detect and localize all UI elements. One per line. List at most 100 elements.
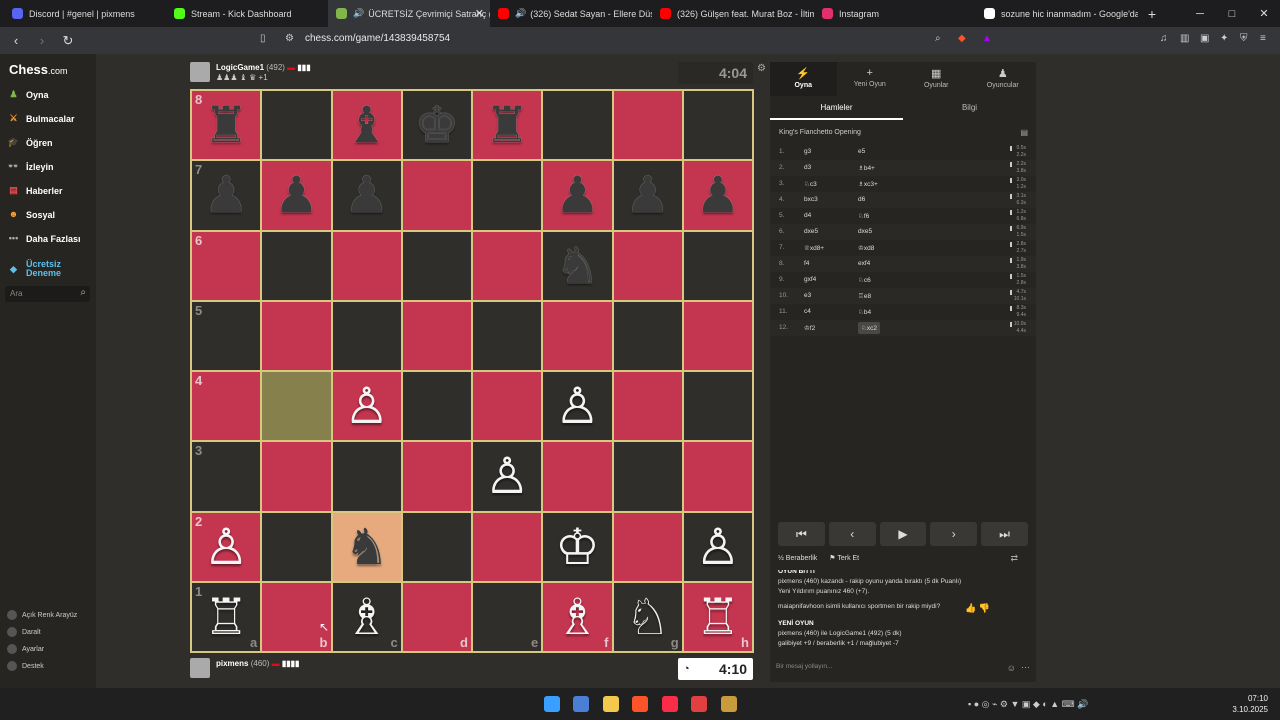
sidebar-item[interactable]: 👓 İzleyin [7,160,54,173]
white-move[interactable]: c4 [804,308,811,315]
wallet-icon[interactable]: ▣ [1200,33,1209,44]
sidebar-item[interactable]: ☻ Sosyal [7,208,55,221]
black-move[interactable]: ♖e8 [858,292,871,300]
next-move-button[interactable]: › [930,522,978,546]
system-clock[interactable]: 07:10 3.10.2025 [1232,693,1268,715]
white-move[interactable]: d3 [804,164,811,171]
database-icon[interactable]: ▤ [1020,128,1028,137]
chess-piece-icon[interactable]: ♙ [344,381,389,431]
chess-piece-icon[interactable]: ♘ [625,592,670,642]
square-a2[interactable]: 2 ♙ [191,511,262,582]
browser-tab[interactable]: 🔊 ÜCRETSİZ Çevrimiçi Satranç (✕ [328,0,490,27]
square-c3[interactable] [331,441,402,512]
square-f8[interactable] [542,90,613,161]
brave-browser-icon[interactable] [632,696,648,712]
league-app-icon[interactable] [721,696,737,712]
prev-move-button[interactable]: ‹ [828,522,876,546]
square-a5[interactable]: 5 [191,300,262,371]
browser-tab[interactable]: Instagram [814,0,976,27]
sidebar-item[interactable]: ▤ Haberler [7,184,62,197]
more-options-icon[interactable]: ⋯ [1021,662,1030,673]
square-e6[interactable] [472,230,543,301]
first-move-button[interactable]: ⏮ [778,522,825,546]
square-e7[interactable] [472,160,543,231]
white-move[interactable]: gxf4 [804,276,816,283]
play-button[interactable]: ▶ [879,522,927,546]
sidebar-bottom-item[interactable]: Ayarlar [7,644,44,654]
brave-shield-icon[interactable]: ◆ [958,33,966,44]
new-tab-button[interactable]: + [1142,6,1162,22]
chesscom-logo[interactable]: Chess.com [9,62,68,77]
white-move[interactable]: d4 [804,212,811,219]
tab-audio-icon[interactable]: 🔊 [515,8,526,19]
square-h6[interactable] [682,230,753,301]
windows-start-icon[interactable] [544,696,560,712]
square-e3[interactable]: ♙ [472,441,543,512]
square-e4[interactable] [472,371,543,442]
black-move[interactable]: ♘xc2 [858,322,880,334]
square-d2[interactable] [401,511,472,582]
widgets-icon[interactable] [573,696,589,712]
square-b6[interactable] [261,230,332,301]
black-move[interactable]: ♔xd8 [858,244,874,252]
square-g1[interactable]: g ♘ [612,581,683,652]
chess-piece-icon[interactable]: ♜ [204,100,249,150]
chess-piece-icon[interactable]: ♟ [344,170,389,220]
music-app-icon[interactable] [662,696,678,712]
square-b4[interactable] [261,371,332,442]
chess-piece-icon[interactable]: ♞ [344,522,389,572]
game-app-icon[interactable] [691,696,707,712]
free-trial-link[interactable]: ◆ Ücretsiz Deneme [7,260,72,278]
chess-piece-icon[interactable]: ♖ [204,592,249,642]
emoji-icon[interactable]: ☺ [1007,663,1016,673]
square-f6[interactable]: ♞ [542,230,613,301]
sidebar-item[interactable]: ♟ Oyna [7,88,48,101]
chat-input[interactable]: Bir mesaj yollayın... ☺ ⋯ [770,659,1036,679]
square-e1[interactable]: e [472,581,543,652]
browser-tab[interactable]: (326) Gülşen feat. Murat Boz - İltima [652,0,814,27]
black-move[interactable]: ♘c6 [858,276,871,284]
settings-gear-icon[interactable]: ⚙ [757,63,766,74]
chess-piece-icon[interactable]: ♖ [695,592,740,642]
square-g3[interactable] [612,441,683,512]
forward-icon[interactable]: › [32,33,52,48]
bottom-player-name[interactable]: pixmens (460) ▬ ▮▮▮▮ [216,659,299,668]
black-move[interactable]: exf4 [858,260,870,267]
chess-piece-icon[interactable]: ♝ [344,100,389,150]
chess-piece-icon[interactable]: ♟ [695,170,740,220]
sidebar-item[interactable]: 🎓 Öğren [7,136,53,149]
panel-tab[interactable]: + Yeni Oyun [837,62,904,96]
square-f7[interactable]: ♟ [542,160,613,231]
black-move[interactable]: ♘f6 [858,212,869,220]
white-move[interactable]: ♘c3 [804,180,817,188]
square-b3[interactable] [261,441,332,512]
ai-icon[interactable]: ✦ [1220,33,1228,44]
last-move-button[interactable]: ⏭ [981,522,1028,546]
draw-button[interactable]: ½ Beraberlik [778,555,817,562]
square-h8[interactable] [682,90,753,161]
square-h3[interactable] [682,441,753,512]
square-f4[interactable]: ♙ [542,371,613,442]
square-b5[interactable] [261,300,332,371]
menu-icon[interactable]: ≡ [1260,33,1266,44]
file-explorer-icon[interactable] [603,696,619,712]
square-c1[interactable]: c ♗ [331,581,402,652]
chess-piece-icon[interactable]: ♟ [625,170,670,220]
chess-piece-icon[interactable]: ♙ [204,522,249,572]
black-move[interactable]: ♗xc3+ [858,180,878,188]
sidebar-item[interactable]: ••• Daha Fazlası [7,232,81,245]
search-input[interactable]: Ara ⌕ [5,286,90,302]
rewards-icon[interactable]: ▲ [982,33,992,44]
sidebar-bottom-item[interactable]: Daralt [7,627,41,637]
white-move[interactable]: f4 [804,260,809,267]
tray-icons[interactable]: ▪ ● ◎ ⌁ ⚙ ▼ ▣ ◆ ◐ ▲ ⌨ 🔊 [968,699,1088,710]
sidebar-bottom-item[interactable]: Açık Renk Arayüz [7,610,77,620]
square-a7[interactable]: 7 ♟ [191,160,262,231]
square-h1[interactable]: h ♖ [682,581,753,652]
square-g7[interactable]: ♟ [612,160,683,231]
square-f5[interactable] [542,300,613,371]
square-g6[interactable] [612,230,683,301]
square-d4[interactable] [401,371,472,442]
white-move[interactable]: g3 [804,148,811,155]
square-c8[interactable]: ♝ [331,90,402,161]
